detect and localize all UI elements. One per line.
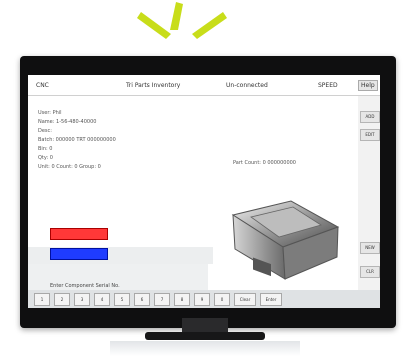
info-panel: User: Phil Name: 1-56-480-40000 Desc: Ba… (38, 110, 116, 173)
info-line: Desc: (38, 128, 52, 134)
key-2[interactable]: 2 (54, 292, 70, 306)
key-9[interactable]: 9 (194, 292, 210, 306)
info-line: Qty: 0 (38, 155, 53, 161)
key-8[interactable]: 8 (174, 292, 190, 306)
screen: CNC Tri Parts Inventory Un-connected SPE… (28, 75, 380, 308)
cnc-part-photo (231, 200, 340, 280)
new-button[interactable]: NEW (360, 242, 380, 254)
monitor-reflection (110, 341, 300, 356)
clear-side-button[interactable]: CLR (360, 266, 380, 278)
title-center-label: Tri Parts Inventory (126, 82, 181, 89)
info-line: Name: 1-56-480-40000 (38, 119, 97, 125)
keypad-row: 1 2 3 4 5 6 7 8 9 0 Clear Enter (28, 290, 380, 308)
blue-button[interactable] (50, 248, 108, 260)
edit-button[interactable]: EDIT (360, 129, 380, 141)
info-line: Unit: 0 Count: 0 Group: 0 (38, 164, 101, 170)
info-line: Batch: 000000 TRT 000000000 (38, 137, 116, 143)
info-line: User: Phil (38, 110, 62, 116)
title-left-label: CNC (36, 82, 49, 89)
key-7[interactable]: 7 (154, 292, 170, 306)
speed-label: SPEED (318, 82, 338, 89)
info-line: Bin: 0 (38, 146, 53, 152)
key-3[interactable]: 3 (74, 292, 90, 306)
help-button[interactable]: Help (358, 80, 378, 91)
title-bar: CNC Tri Parts Inventory Un-connected SPE… (28, 75, 380, 96)
sun-rays-icon (137, 2, 227, 39)
status-text: Enter Component Serial No. (50, 283, 120, 289)
connection-status: Un-connected (226, 82, 268, 89)
key-4[interactable]: 4 (94, 292, 110, 306)
part-count-label: Part Count: 0 000000000 (233, 160, 296, 166)
clear-key[interactable]: Clear (234, 292, 256, 306)
monitor-base (145, 332, 265, 340)
key-1[interactable]: 1 (34, 292, 50, 306)
enter-key[interactable]: Enter (260, 292, 282, 306)
key-0[interactable]: 0 (214, 292, 230, 306)
red-button[interactable] (50, 228, 108, 240)
product-image (213, 187, 358, 287)
key-5[interactable]: 5 (114, 292, 130, 306)
key-6[interactable]: 6 (134, 292, 150, 306)
add-button[interactable]: ADD (360, 111, 380, 123)
